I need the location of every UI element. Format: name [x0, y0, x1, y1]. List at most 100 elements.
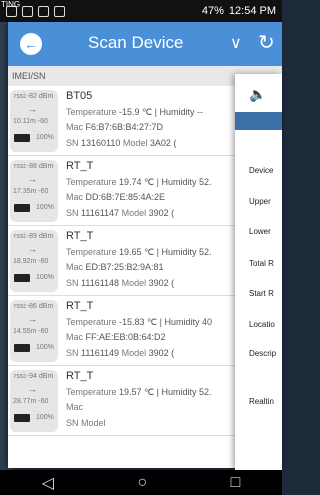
device-name: RT_T: [66, 300, 94, 312]
page-title: Scan Device: [88, 33, 184, 52]
temperature-value: 19.57 ℃ |: [119, 387, 159, 397]
distance-value: 28.77m -60: [13, 398, 49, 405]
signal-card: rssi:-86 dBm → 14.55m -60 100%: [10, 300, 58, 362]
distance-value: 10.11m -60: [13, 118, 48, 125]
distance-value: 14.55m -60: [13, 328, 49, 335]
panel-row[interactable]: Total R: [249, 259, 274, 268]
battery-percent: 100%: [36, 134, 54, 141]
battery-icon: [14, 274, 30, 282]
temperature-value: 19.65 ℃ |: [119, 247, 159, 257]
status-bar: 47% 12:54 PM: [0, 0, 282, 22]
rssi-value: rssi:-89 dBm: [14, 233, 54, 240]
rssi-value: rssi:-86 dBm: [14, 303, 54, 310]
nav-home-icon[interactable]: ○: [137, 474, 147, 492]
temperature-line: Temperature 19.74 ℃ | Humidity 52.: [66, 177, 212, 187]
signal-arrow-icon: →: [28, 384, 37, 394]
battery-icon: [14, 134, 30, 142]
mac-line: Mac F6:B7:6B:B4:27:7D: [66, 122, 164, 132]
panel-row[interactable]: Start R: [249, 289, 274, 298]
temperature-line: Temperature -15.83 ℃ | Humidity 40: [66, 317, 213, 327]
header-bar: ← Scan Device ∨ ↻: [8, 22, 282, 66]
temperature-line: Temperature 19.57 ℃ | Humidity 52.: [66, 387, 212, 397]
temperature-line: Temperature 19.65 ℃ | Humidity 52.: [66, 247, 212, 257]
speaker-icon[interactable]: 🔈: [249, 86, 266, 103]
notification-icon: [22, 5, 33, 17]
sn-value: 11161149: [81, 348, 120, 358]
device-name: RT_T: [66, 160, 94, 172]
mac-line: Mac FF:AE:EB:0B:64:D2: [66, 332, 166, 342]
mac-value: ED:B7:25:B2:9A:81: [85, 262, 164, 272]
background-label: TING: [1, 0, 21, 9]
model-value: 3A02 (: [149, 138, 177, 148]
signal-arrow-icon: →: [28, 104, 37, 114]
distance-value: 18.92m -60: [13, 258, 49, 265]
humidity-value: Humidity 52.: [161, 387, 212, 397]
sn-line: SN 11161148 Model 3902 (: [66, 278, 175, 288]
panel-row[interactable]: Lower: [249, 227, 271, 236]
nav-back-icon[interactable]: ◁: [42, 473, 54, 493]
battery-percent: 100%: [36, 344, 54, 351]
signal-arrow-icon: →: [28, 314, 37, 324]
rssi-value: rssi:-82 dBm: [14, 93, 54, 100]
mac-line: Mac DD:6B:7E:85:4A:2E: [66, 192, 166, 202]
back-arrow-icon: ←: [24, 36, 38, 52]
sn-line: SN Model: [66, 418, 106, 428]
distance-value: 17.35m -60: [13, 188, 49, 195]
battery-icon: [14, 204, 30, 212]
clock: 12:54 PM: [228, 5, 276, 17]
battery-icon: [14, 344, 30, 352]
model-value: 3902 (: [148, 208, 175, 218]
rssi-value: rssi:-94 dBm: [14, 373, 54, 380]
signal-arrow-icon: →: [28, 174, 37, 184]
device-name: RT_T: [66, 230, 94, 242]
panel-row[interactable]: Upper: [249, 197, 271, 206]
mac-value: DD:6B:7E:85:4A:2E: [85, 192, 166, 202]
signal-card: rssi:-82 dBm → 10.11m -60 100%: [10, 90, 58, 152]
model-value: 3902 (: [148, 348, 175, 358]
humidity-value: Humidity 52.: [161, 247, 212, 257]
sn-value: 13160110: [81, 138, 121, 148]
mac-line: Mac ED:B7:25:B2:9A:81: [66, 262, 164, 272]
temperature-value: -15.9 ℃ |: [119, 107, 157, 117]
humidity-value: Humidity --: [159, 107, 204, 117]
back-button[interactable]: ←: [20, 33, 42, 55]
device-name: BT05: [66, 90, 93, 102]
humidity-value: Humidity 40: [164, 317, 213, 327]
panel-row[interactable]: Realtin: [249, 397, 274, 406]
nav-recent-icon[interactable]: □: [231, 474, 241, 492]
signal-arrow-icon: →: [28, 244, 37, 254]
sn-line: SN 11161147 Model 3902 (: [66, 208, 175, 218]
sn-line: SN 13160110 Model 3A02 (: [66, 138, 177, 148]
mac-line: Mac: [66, 402, 84, 412]
sn-line: SN 11161149 Model 3902 (: [66, 348, 175, 358]
sn-value: 11161147: [81, 208, 120, 218]
mac-value: FF:AE:EB:0B:64:D2: [85, 332, 166, 342]
signal-card: rssi:-94 dBm → 28.77m -60 100%: [10, 370, 58, 432]
device-detail-panel: 🔈 Device Upper Lower Total R Start R Loc…: [235, 74, 282, 470]
panel-header-bar: [235, 112, 282, 130]
temperature-value: -15.83 ℃ |: [119, 317, 162, 327]
battery-percent: 47%: [201, 5, 224, 17]
chevron-down-icon[interactable]: ∨: [230, 33, 242, 53]
battery-percent: 100%: [36, 274, 54, 281]
model-value: 3902 (: [148, 278, 175, 288]
panel-row[interactable]: Device: [249, 166, 273, 175]
device-name: RT_T: [66, 370, 94, 382]
panel-row[interactable]: Locatio: [249, 320, 275, 329]
nav-bar: ◁ ○ □: [0, 470, 282, 495]
battery-percent: 100%: [36, 414, 54, 421]
notification-icon: [38, 5, 49, 17]
signal-card: rssi:-89 dBm → 18.92m -60 100%: [10, 230, 58, 292]
temperature-value: 19.74 ℃ |: [119, 177, 159, 187]
humidity-value: Humidity 52.: [161, 177, 212, 187]
battery-percent: 100%: [36, 204, 54, 211]
battery-icon: [14, 414, 30, 422]
rssi-value: rssi:-88 dBm: [14, 163, 54, 170]
signal-card: rssi:-88 dBm → 17.35m -60 100%: [10, 160, 58, 222]
panel-row[interactable]: Descrip: [249, 349, 276, 358]
refresh-icon[interactable]: ↻: [258, 30, 275, 55]
sn-value: 11161148: [81, 278, 120, 288]
mac-value: F6:B7:6B:B4:27:7D: [85, 122, 164, 132]
temperature-line: Temperature -15.9 ℃ | Humidity --: [66, 107, 204, 117]
notification-icon: [54, 5, 65, 17]
